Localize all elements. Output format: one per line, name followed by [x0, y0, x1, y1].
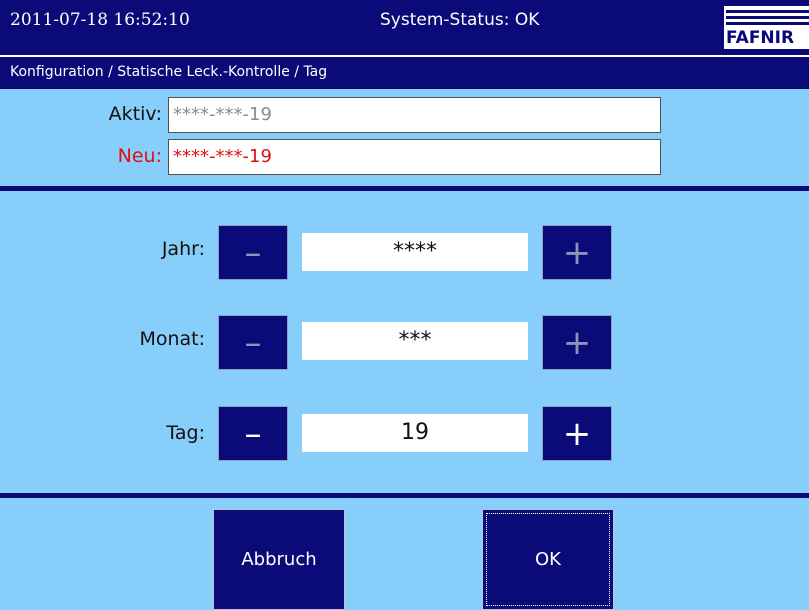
year-value: ****	[302, 233, 528, 271]
month-minus-button[interactable]: –	[218, 315, 288, 370]
fafnir-logo: FAFNIR	[724, 6, 809, 49]
title-bar: 2011-07-18 16:52:10 System-Status: OK FA…	[0, 0, 809, 55]
year-minus-button[interactable]: –	[218, 225, 288, 280]
month-label: Monat:	[139, 328, 205, 350]
new-label: Neu:	[117, 145, 162, 167]
month-plus-button[interactable]: +	[542, 315, 612, 370]
day-label: Tag:	[166, 422, 205, 444]
ok-button[interactable]: OK	[482, 509, 614, 610]
datetime: 2011-07-18 16:52:10	[10, 10, 190, 30]
logo-text: FAFNIR	[726, 28, 795, 48]
active-value-field: ****-***-19	[168, 97, 661, 133]
day-value: 19	[302, 414, 528, 452]
year-label: Jahr:	[161, 238, 205, 260]
new-value-field: ****-***-19	[168, 139, 661, 175]
system-status: System-Status: OK	[380, 10, 540, 30]
day-minus-button[interactable]: –	[218, 406, 288, 461]
cancel-button[interactable]: Abbruch	[213, 509, 345, 610]
day-plus-button[interactable]: +	[542, 406, 612, 461]
breadcrumb: Konfiguration / Statische Leck.-Kontroll…	[0, 55, 809, 89]
active-label: Aktiv:	[108, 103, 162, 125]
year-plus-button[interactable]: +	[542, 225, 612, 280]
divider-top	[0, 186, 809, 191]
divider-bottom	[0, 493, 809, 498]
month-value: ***	[302, 322, 528, 360]
